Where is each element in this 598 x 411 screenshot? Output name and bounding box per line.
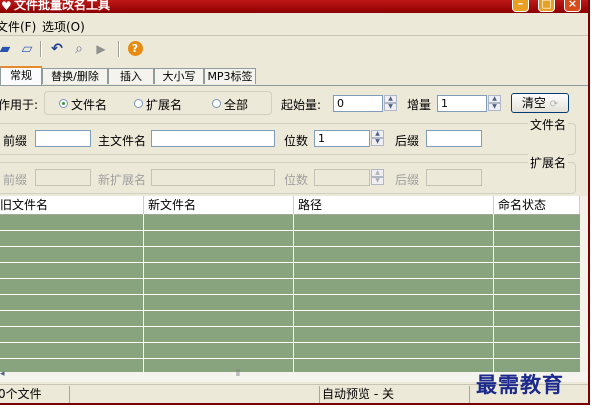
- tab-strip: 常规 替换/删除 插入 大小写 MP3标签: [0, 66, 588, 86]
- file-count-status: 0个文件: [0, 386, 70, 403]
- column-status[interactable]: 命名状态: [494, 196, 580, 214]
- toolbar-separator: [118, 41, 120, 57]
- column-old-name[interactable]: 旧文件名: [0, 196, 144, 214]
- grid-row-line: [0, 230, 580, 231]
- status-empty: [70, 386, 320, 403]
- tab-case[interactable]: 大小写: [154, 68, 204, 84]
- grid-header: 旧文件名 新文件名 路径 命名状态: [0, 196, 580, 215]
- filename-digits-input[interactable]: 1: [314, 130, 370, 147]
- grid-row-line: [0, 294, 580, 295]
- grid-row-line: [0, 326, 580, 327]
- main-filename-input[interactable]: [151, 130, 275, 147]
- grid-row-line: [0, 342, 580, 343]
- grid-divider: [143, 214, 144, 372]
- ext-digits-input[interactable]: [314, 169, 370, 186]
- filename-prefix-label: 前缀: [3, 134, 28, 148]
- increment-label: 增量: [407, 98, 432, 112]
- menu-options[interactable]: 选项(O): [42, 18, 85, 35]
- extension-group-title: 扩展名: [528, 154, 569, 171]
- tab-mp3-tags[interactable]: MP3标签: [204, 68, 256, 84]
- run-icon[interactable]: ▶: [92, 40, 110, 58]
- grid-row-line: [0, 262, 580, 263]
- new-extension-input[interactable]: [151, 169, 275, 186]
- help-icon[interactable]: ?: [126, 40, 144, 58]
- app-heart-icon: ♥: [1, 0, 12, 13]
- start-value-spinner[interactable]: ▲ ▼: [384, 95, 397, 112]
- radio-extension-label[interactable]: 扩展名: [146, 96, 182, 113]
- grid-divider: [493, 214, 494, 372]
- clear-icon: ⟳: [549, 99, 559, 110]
- grid-row-line: [0, 358, 580, 359]
- tab-insert[interactable]: 插入: [108, 68, 154, 84]
- tab-general[interactable]: 常规: [0, 66, 42, 85]
- ext-suffix-label: 后缀: [395, 173, 420, 187]
- ext-digits-label: 位数: [284, 173, 309, 187]
- filename-group-title: 文件名: [528, 116, 569, 133]
- toolbar: ▰ ▱ ↶ ⌕ ▶ ?: [0, 36, 588, 62]
- watermark-text: 最需教育: [476, 372, 564, 397]
- clear-button[interactable]: 清空 ⟳: [511, 93, 569, 113]
- ext-prefix-input[interactable]: [35, 169, 91, 186]
- grid-row-line: [0, 310, 580, 311]
- radio-filename-label[interactable]: 文件名: [71, 96, 107, 113]
- column-new-name[interactable]: 新文件名: [144, 196, 294, 214]
- radio-all-label[interactable]: 全部: [224, 96, 248, 113]
- scroll-thumb-grip-icon[interactable]: ⦀: [236, 369, 240, 379]
- increment-spinner[interactable]: ▲ ▼: [488, 95, 501, 112]
- ext-prefix-label: 前缀: [3, 173, 28, 187]
- menu-file[interactable]: 文件(F): [0, 18, 36, 35]
- open-folder-icon[interactable]: ▰: [0, 40, 14, 58]
- main-window: ♥ 文件批量改名工具 – □ × 文件(F) 选项(O) ▰ ▱ ↶ ⌕ ▶ ?…: [0, 0, 590, 405]
- auto-preview-status: 自动预览 - 关: [320, 386, 470, 403]
- new-extension-label: 新扩展名: [98, 173, 147, 187]
- start-value-label: 起始量:: [281, 98, 322, 112]
- close-button[interactable]: ×: [564, 0, 581, 12]
- grid-divider: [293, 214, 294, 372]
- maximize-button[interactable]: □: [538, 0, 555, 12]
- radio-filename[interactable]: [59, 99, 68, 108]
- filename-suffix-label: 后缀: [395, 134, 420, 148]
- apply-to-label: 作用于:: [0, 98, 39, 112]
- ext-digits-spinner[interactable]: ▲ ▼: [371, 169, 384, 186]
- window-title: 文件批量改名工具: [14, 0, 111, 12]
- filename-digits-spinner[interactable]: ▲ ▼: [371, 130, 384, 147]
- scroll-left-arrow-icon[interactable]: ◂: [0, 369, 5, 379]
- file-list-grid[interactable]: 旧文件名 新文件名 路径 命名状态: [0, 196, 580, 372]
- radio-extension[interactable]: [134, 99, 143, 108]
- open-file-icon[interactable]: ▱: [18, 40, 36, 58]
- increment-input[interactable]: 1: [437, 95, 487, 112]
- undo-icon[interactable]: ↶: [48, 40, 66, 58]
- column-path[interactable]: 路径: [294, 196, 494, 214]
- tab-replace-delete[interactable]: 替换/删除: [42, 68, 108, 84]
- filename-suffix-input[interactable]: [426, 130, 482, 147]
- grid-row-line: [0, 278, 580, 279]
- toolbar-separator: [40, 41, 42, 57]
- radio-all[interactable]: [212, 99, 221, 108]
- main-filename-label: 主文件名: [98, 134, 147, 148]
- filename-digits-label: 位数: [284, 134, 309, 148]
- menu-bar: 文件(F) 选项(O): [0, 15, 588, 36]
- preview-icon[interactable]: ⌕: [70, 40, 88, 58]
- minimize-button[interactable]: –: [512, 0, 529, 12]
- vertical-scrollbar[interactable]: [580, 196, 588, 372]
- clear-button-label: 清空: [521, 96, 546, 110]
- title-bar[interactable]: ♥ 文件批量改名工具 – □ ×: [0, 0, 588, 13]
- filename-prefix-input[interactable]: [35, 130, 91, 147]
- start-value-input[interactable]: 0: [333, 95, 383, 112]
- grid-row-line: [0, 246, 580, 247]
- ext-suffix-input[interactable]: [426, 169, 482, 186]
